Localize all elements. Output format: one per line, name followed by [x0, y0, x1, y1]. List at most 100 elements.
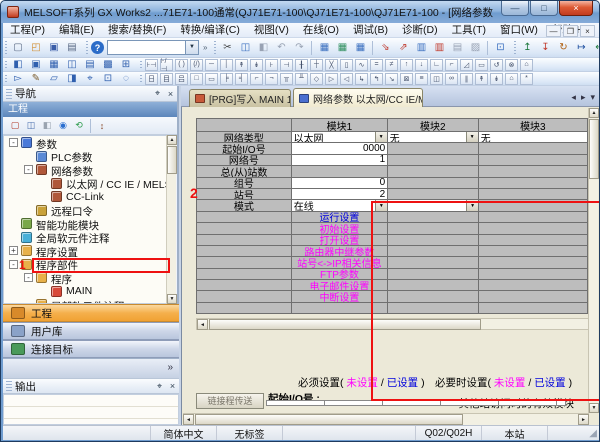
scroll-up-icon[interactable]: ▲ — [167, 135, 177, 145]
ladder-symbol-icon[interactable]: ⊣ — [280, 59, 293, 71]
chevron-more-icon[interactable]: » — [167, 362, 173, 373]
cell-input-station-no[interactable]: 2 — [292, 189, 388, 200]
ladder-symbol-icon[interactable]: ⌂ — [505, 73, 518, 85]
ladder-symbol-icon[interactable]: ⌐ — [445, 59, 458, 71]
ladder-symbol-icon[interactable]: ∥ — [460, 73, 473, 85]
tab-network-parameter[interactable]: 网络参数 以太网/CC IE/ME... × — [293, 88, 423, 107]
step-run-icon[interactable]: ↦ — [573, 40, 589, 56]
pin-icon[interactable]: ⌖ — [151, 88, 164, 99]
tree-item-program-setting[interactable]: +程序设置 — [4, 244, 167, 258]
monitor-stop-icon[interactable]: ↧ — [537, 40, 553, 56]
nav-button-project[interactable]: 工程 — [3, 304, 179, 322]
project-window-icon[interactable]: ◧ — [10, 58, 26, 72]
tree-item-main[interactable]: MAIN — [4, 285, 167, 299]
link-initial-setting[interactable]: 初始设置 — [292, 223, 387, 234]
copy-icon[interactable]: ◫ — [237, 40, 253, 56]
ladder-symbol-icon[interactable]: ≠ — [385, 59, 398, 71]
cell-dropdown-mode[interactable]: ▼ — [388, 200, 479, 211]
link-router-relay-parameter[interactable]: 路由器中继参数 — [292, 246, 387, 257]
ladder-symbol-icon[interactable]: ↰ — [370, 73, 383, 85]
ladder-symbol-icon[interactable]: ( ) — [175, 59, 188, 71]
ladder-symbol-icon[interactable]: ⊦/⊣ — [160, 59, 173, 71]
table-horizontal-scrollbar[interactable]: ◄ — [196, 318, 589, 330]
instruction-search-icon[interactable]: ▦ — [334, 40, 350, 56]
ladder-symbol-icon[interactable]: 吕 — [175, 73, 188, 85]
ladder-symbol-icon[interactable]: ∞ — [445, 73, 458, 85]
ladder-symbol-icon[interactable]: ◁ — [340, 73, 353, 85]
ladder-symbol-icon[interactable]: ◫ — [430, 73, 443, 85]
cell-dropdown-network-type[interactable]: 无▼ — [388, 132, 479, 143]
redo-icon[interactable]: ↷ — [291, 40, 307, 56]
collapse-icon[interactable]: - — [9, 138, 18, 147]
menu-tools[interactable]: 工具(T) — [445, 23, 493, 38]
close-button[interactable]: × — [559, 1, 593, 16]
cell-dropdown-mode[interactable]: 在线▼ — [292, 200, 388, 211]
chevron-down-icon[interactable]: ▼ — [466, 132, 478, 142]
tile-window-icon[interactable]: ◫ — [64, 58, 80, 72]
mdi-minimize-button[interactable]: — — [546, 25, 561, 37]
menu-convert-compile[interactable]: 转换/编译(C) — [173, 23, 247, 38]
link-ftp-parameters[interactable]: FTP参数 — [292, 269, 387, 280]
remote-operation-icon[interactable]: ⊡ — [492, 40, 508, 56]
nav-copy-icon[interactable]: ◫ — [24, 118, 38, 134]
paste-icon[interactable]: ◧ — [255, 40, 271, 56]
monitor-icon[interactable]: ▥ — [413, 40, 429, 56]
ladder-symbol-icon[interactable]: ¬ — [265, 73, 278, 85]
monitor-start-icon[interactable]: ↥ — [519, 40, 535, 56]
tab-prg-write-main[interactable]: [PRG]写入 MAIN 1步 — [189, 89, 291, 107]
diagnostics-icon[interactable]: ▨ — [467, 40, 483, 56]
ladder-symbol-icon[interactable]: ─ — [205, 59, 218, 71]
ladder-symbol-icon[interactable]: ▯ — [340, 59, 353, 71]
cross-ref-icon[interactable]: ⌖ — [82, 72, 98, 86]
undo-icon[interactable]: ↶ — [273, 40, 289, 56]
link-open-setting[interactable]: 打开设置 — [292, 235, 387, 246]
collapse-icon[interactable]: - — [24, 273, 33, 282]
drag-grip[interactable] — [6, 381, 12, 391]
link-interrupt-settings[interactable]: 中断设置 — [292, 291, 387, 302]
scroll-down-icon[interactable]: ▼ — [167, 294, 177, 304]
ladder-symbol-icon[interactable]: ◇ — [310, 73, 323, 85]
tree-item-program[interactable]: -程序 — [4, 271, 167, 285]
sheet-vertical-scrollbar[interactable]: ▲ ▼ — [588, 108, 598, 413]
cut-icon[interactable]: ✂ — [219, 40, 235, 56]
ladder-symbol-icon[interactable]: ↳ — [355, 73, 368, 85]
device-search-icon[interactable]: ▦ — [316, 40, 332, 56]
zoom-window-icon[interactable]: ⊞ — [118, 58, 134, 72]
nav-property-icon[interactable]: ◉ — [56, 118, 70, 134]
nav-refresh-icon[interactable]: ⟲ — [72, 118, 86, 134]
menu-project[interactable]: 工程(P) — [3, 23, 52, 38]
toolbar-overflow-icon[interactable]: » — [203, 43, 207, 52]
mdi-restore-button[interactable]: ❐ — [563, 25, 578, 37]
refresh-icon[interactable]: ↻ — [555, 40, 571, 56]
tab-menu-icon[interactable]: ▾ — [590, 92, 595, 103]
ladder-symbol-icon[interactable]: ╂ — [295, 59, 308, 71]
ladder-symbol-icon[interactable]: ╨ — [295, 73, 308, 85]
toolbar-combo-input[interactable]: ▼ — [107, 40, 199, 55]
ladder-symbol-icon[interactable]: ∿ — [355, 59, 368, 71]
ladder-symbol-icon[interactable]: ⊗ — [505, 59, 518, 71]
ladder-symbol-icon[interactable]: 目 — [160, 73, 173, 85]
nav-sort-icon[interactable]: ↕ — [95, 118, 109, 134]
ladder-symbol-icon[interactable]: ▭ — [475, 59, 488, 71]
print-icon[interactable]: ▤ — [64, 40, 80, 56]
interlock-icon[interactable]: ▱ — [46, 72, 62, 86]
cell-input-start-io-no[interactable]: 0000 — [292, 143, 388, 154]
drag-grip[interactable] — [6, 89, 12, 99]
ladder-symbol-icon[interactable]: ↺ — [490, 59, 503, 71]
replace-icon[interactable]: ▦ — [352, 40, 368, 56]
ladder-symbol-icon[interactable]: ⌂ — [520, 59, 533, 71]
comment-display-icon[interactable]: ▩ — [100, 58, 116, 72]
nav-paste-icon[interactable]: ◧ — [40, 118, 54, 134]
write-to-plc-icon[interactable]: ⇘ — [377, 40, 393, 56]
select-mode-icon[interactable]: ▻ — [10, 72, 26, 86]
collapse-icon[interactable]: - — [9, 260, 18, 269]
chevron-down-icon[interactable]: ▼ — [185, 41, 198, 54]
ladder-symbol-icon[interactable]: ⊦ — [265, 59, 278, 71]
chevron-down-icon[interactable]: ▼ — [466, 200, 478, 210]
scroll-down-icon[interactable]: ▼ — [589, 403, 599, 413]
save-icon[interactable]: ▣ — [46, 40, 62, 56]
link-operation-setting[interactable]: 运行设置 — [292, 212, 387, 223]
ladder-symbol-icon[interactable]: ↡ — [250, 59, 263, 71]
device-list-icon[interactable]: ⊡ — [100, 72, 116, 86]
docking-window-icon[interactable]: ▣ — [28, 58, 44, 72]
